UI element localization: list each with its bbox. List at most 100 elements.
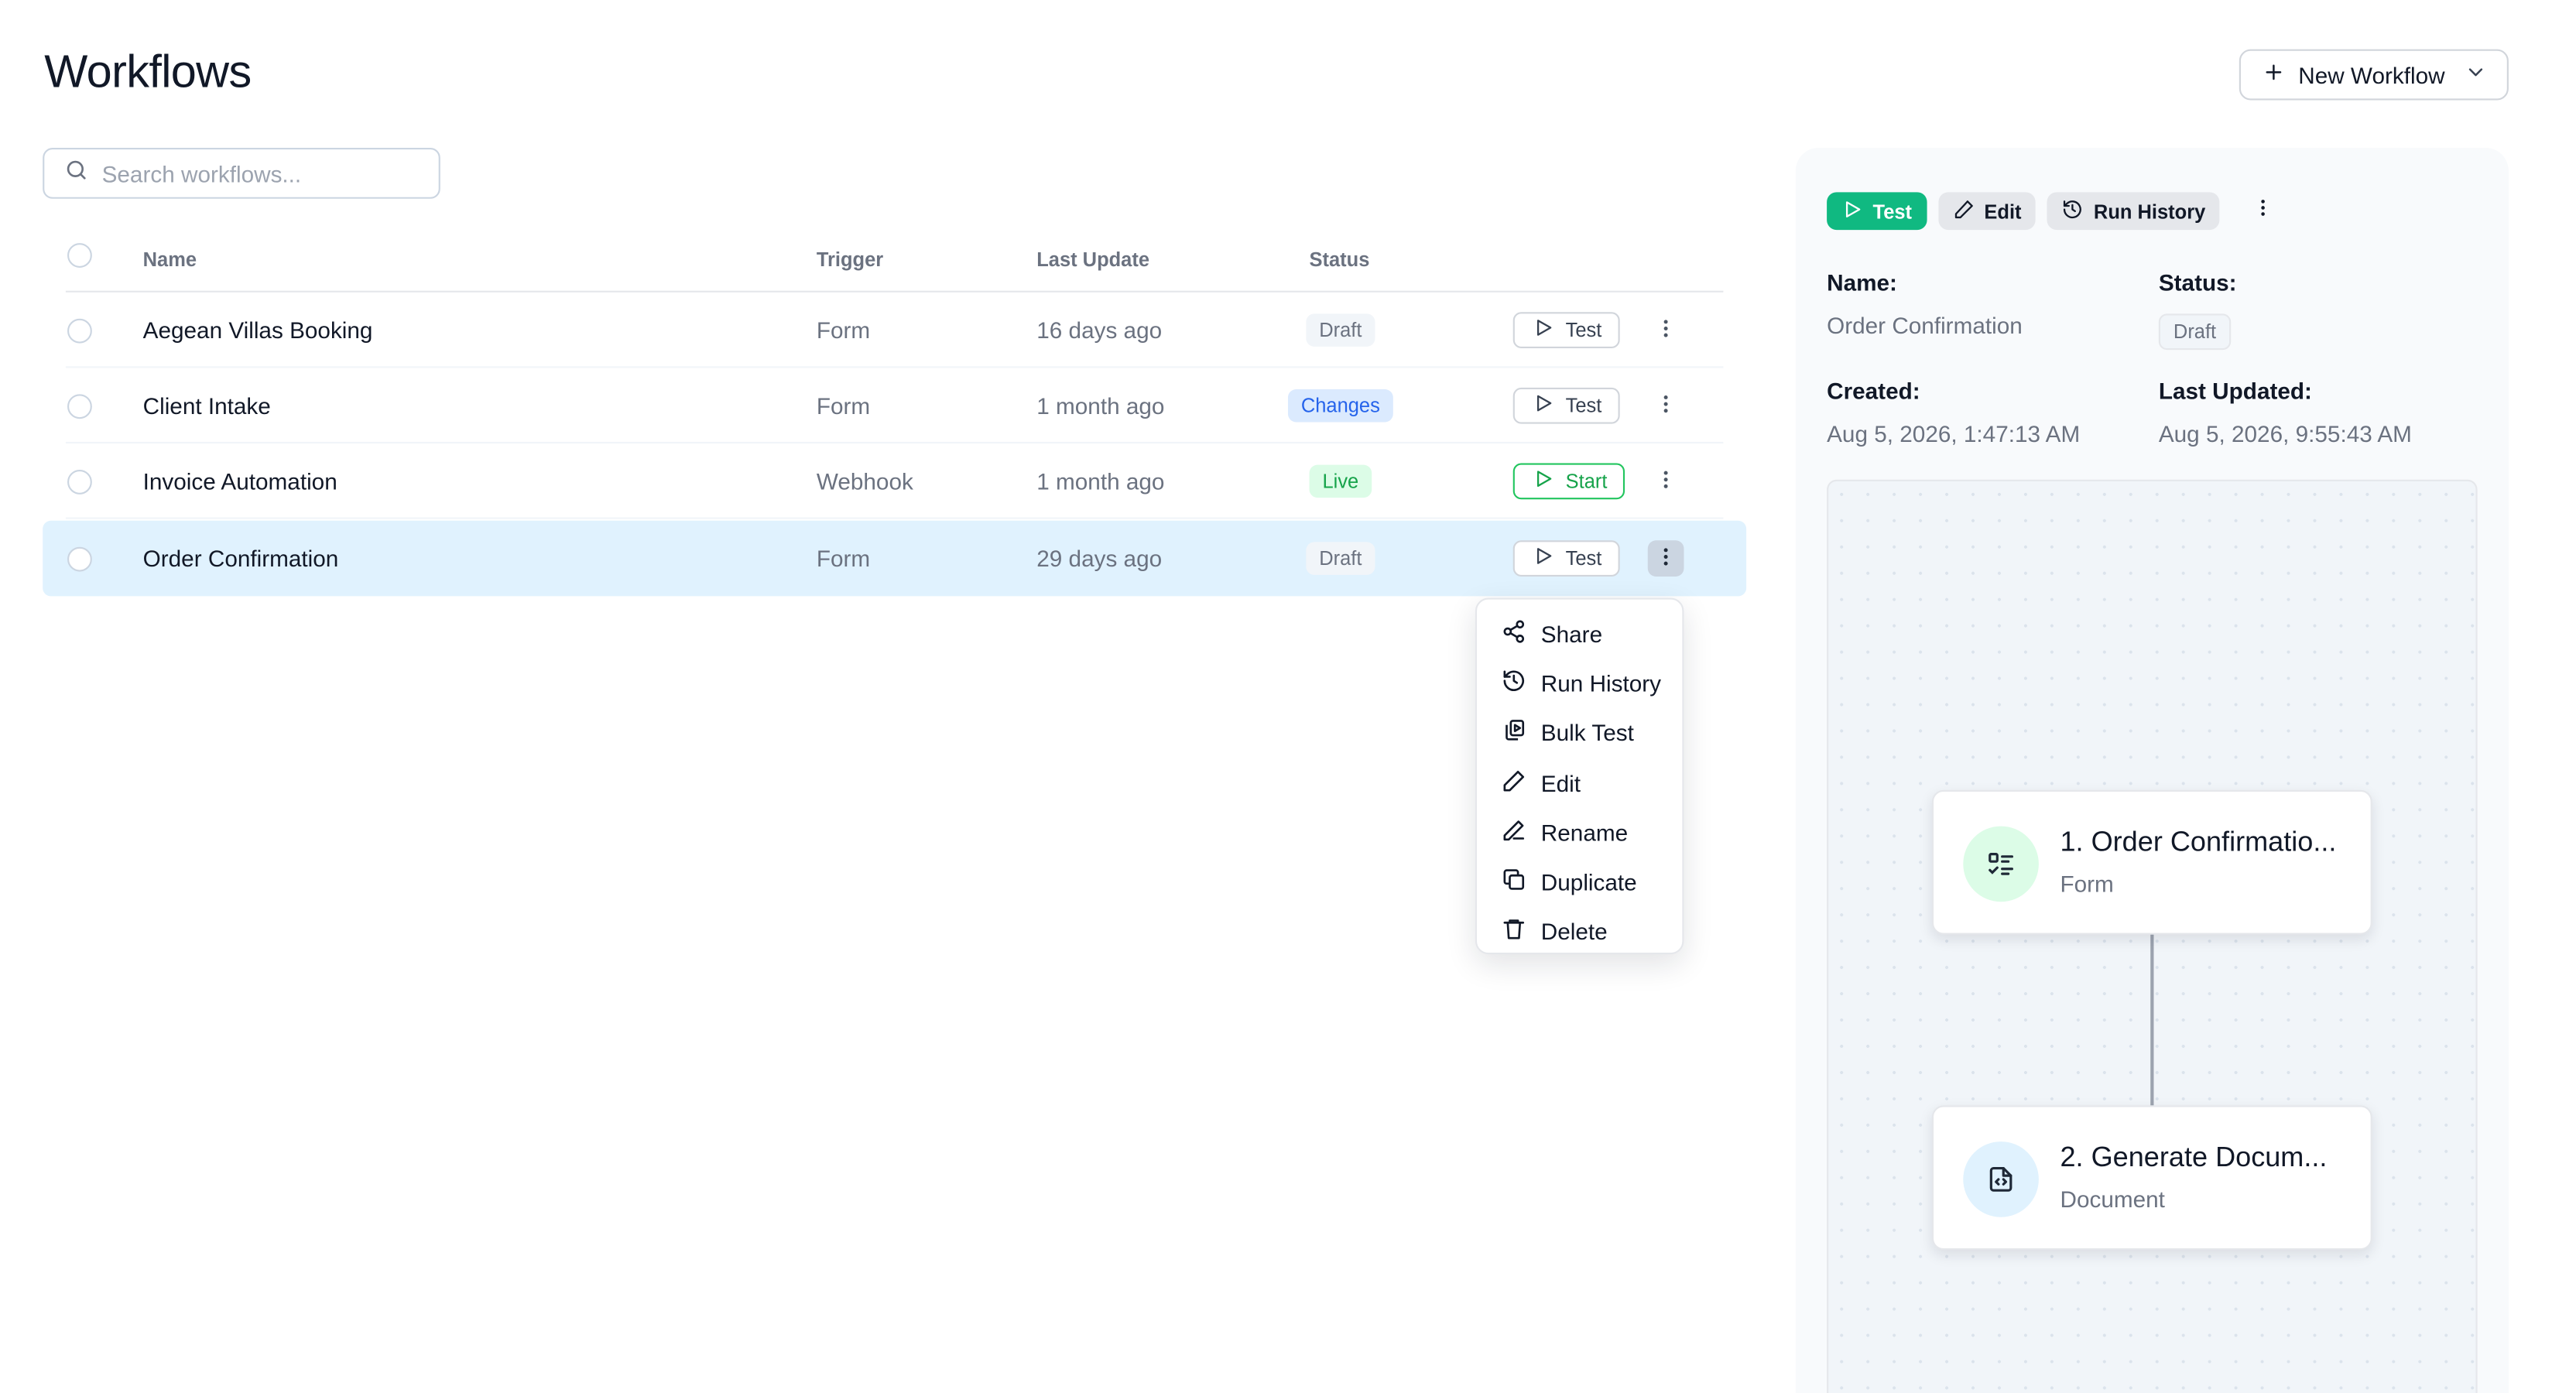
row-context-menu: Share Run History Bulk Test Edit Rename … — [1475, 597, 1684, 957]
node-subtitle: Document — [2060, 1186, 2165, 1213]
workflow-last-update: 1 month ago — [1036, 392, 1165, 419]
column-header-last-update[interactable]: Last Update — [1036, 248, 1149, 271]
node-subtitle: Form — [2060, 870, 2114, 897]
more-vertical-icon — [1654, 545, 1677, 573]
test-button-label: Test — [1565, 318, 1602, 342]
new-workflow-label: New Workflow — [2298, 61, 2445, 88]
menu-item-duplicate[interactable]: Duplicate — [1477, 857, 1682, 907]
select-all-checkbox[interactable] — [67, 243, 92, 268]
test-button[interactable]: Test — [1512, 387, 1620, 424]
workflow-name: Client Intake — [142, 392, 271, 419]
menu-item-run-history[interactable]: Run History — [1477, 659, 1682, 708]
menu-item-delete[interactable]: Delete — [1477, 907, 1682, 957]
pencil-icon — [1502, 768, 1526, 798]
workflow-name: Aegean Villas Booking — [142, 317, 373, 344]
node-title: 1. Order Confirmatio... — [2060, 826, 2337, 857]
column-header-trigger[interactable]: Trigger — [817, 248, 883, 271]
row-more-button[interactable] — [1648, 464, 1684, 500]
name-value: Order Confirmation — [1827, 312, 2023, 339]
menu-item-label: Delete — [1540, 918, 1608, 945]
details-run-history-label: Run History — [2093, 199, 2206, 223]
chevron-down-icon — [2465, 61, 2488, 89]
more-vertical-icon — [2252, 197, 2274, 226]
row-checkbox[interactable] — [67, 317, 92, 343]
details-test-button[interactable]: Test — [1827, 192, 1927, 231]
play-icon — [1533, 392, 1554, 419]
details-test-label: Test — [1872, 199, 1913, 223]
workflow-last-update: 16 days ago — [1036, 317, 1163, 344]
new-workflow-button[interactable]: New Workflow — [2239, 49, 2509, 101]
table-row[interactable]: Aegean Villas Booking Form 16 days ago D… — [43, 293, 1746, 368]
row-checkbox[interactable] — [67, 468, 92, 494]
row-checkbox[interactable] — [67, 393, 92, 419]
trash-icon — [1502, 917, 1526, 946]
row-checkbox[interactable] — [67, 546, 92, 571]
play-icon — [1533, 468, 1554, 495]
search-icon — [64, 157, 89, 190]
menu-item-label: Rename — [1540, 819, 1629, 846]
search-input[interactable] — [101, 159, 414, 187]
menu-item-label: Share — [1540, 621, 1603, 648]
workflow-node[interactable]: 2. Generate Docum... Document — [1931, 1105, 2372, 1251]
test-button-label: Test — [1565, 394, 1602, 418]
workflow-last-update: 29 days ago — [1036, 545, 1163, 572]
column-header-status[interactable]: Status — [1310, 248, 1370, 271]
bulk-test-icon — [1502, 718, 1526, 748]
workflow-trigger: Webhook — [816, 467, 913, 495]
pencil-icon — [1953, 198, 1975, 224]
table-row[interactable]: Client Intake Form 1 month ago Changes T… — [43, 368, 1746, 444]
column-header-name[interactable]: Name — [143, 248, 197, 271]
start-button[interactable]: Start — [1512, 463, 1625, 500]
details-edit-label: Edit — [1984, 199, 2022, 223]
menu-item-label: Edit — [1540, 769, 1581, 796]
table-row[interactable]: Invoice Automation Webhook 1 month ago L… — [43, 443, 1746, 519]
row-more-button[interactable] — [1648, 312, 1684, 348]
status-badge: Draft — [1306, 313, 1375, 347]
copy-icon — [1502, 868, 1526, 897]
more-vertical-icon — [1654, 392, 1677, 419]
menu-item-label: Run History — [1540, 670, 1662, 697]
workflow-trigger: Form — [816, 317, 871, 344]
workflow-trigger: Form — [816, 392, 871, 419]
share-icon — [1502, 619, 1526, 649]
row-more-button[interactable] — [1648, 388, 1684, 424]
form-icon — [1963, 826, 2039, 902]
rename-pen-icon — [1502, 818, 1526, 847]
more-vertical-icon — [1654, 317, 1677, 344]
table-row-selected[interactable]: Order Confirmation Form 29 days ago Draf… — [43, 520, 1747, 597]
workflow-name: Order Confirmation — [142, 545, 339, 572]
details-toolbar: Test Edit Run History — [1827, 192, 2281, 231]
test-button-label: Test — [1565, 546, 1602, 570]
details-more-button[interactable] — [2245, 193, 2281, 229]
status-badge: Draft — [1306, 542, 1375, 575]
play-icon — [1533, 317, 1554, 344]
details-run-history-button[interactable]: Run History — [2047, 192, 2221, 231]
workflow-last-update: 1 month ago — [1036, 467, 1165, 495]
workflow-name: Invoice Automation — [142, 467, 337, 495]
test-button[interactable]: Test — [1512, 540, 1620, 577]
menu-item-rename[interactable]: Rename — [1477, 808, 1682, 857]
node-title: 2. Generate Docum... — [2060, 1141, 2328, 1173]
play-icon — [1533, 546, 1554, 572]
menu-item-edit[interactable]: Edit — [1477, 758, 1682, 808]
menu-item-label: Bulk Test — [1540, 720, 1634, 747]
test-button[interactable]: Test — [1512, 312, 1620, 348]
name-label: Name: — [1827, 269, 1897, 296]
document-code-icon — [1963, 1141, 2039, 1217]
search-box — [43, 148, 440, 199]
details-edit-button[interactable]: Edit — [1938, 192, 2036, 231]
row-more-button[interactable] — [1647, 540, 1684, 577]
page-title: Workflows — [44, 46, 252, 98]
play-icon — [1841, 198, 1863, 224]
last-updated-value: Aug 5, 2026, 9:55:43 AM — [2158, 420, 2412, 447]
menu-item-label: Duplicate — [1540, 868, 1637, 895]
node-connector — [2150, 934, 2154, 1106]
plus-icon — [2263, 61, 2286, 89]
history-icon — [2063, 198, 2084, 224]
status-label: Status: — [2158, 269, 2237, 296]
history-icon — [1502, 669, 1526, 698]
menu-item-share[interactable]: Share — [1477, 609, 1682, 659]
created-value: Aug 5, 2026, 1:47:13 AM — [1827, 420, 2081, 447]
menu-item-bulk-test[interactable]: Bulk Test — [1477, 709, 1682, 758]
workflow-node[interactable]: 1. Order Confirmatio... Form — [1931, 789, 2372, 935]
